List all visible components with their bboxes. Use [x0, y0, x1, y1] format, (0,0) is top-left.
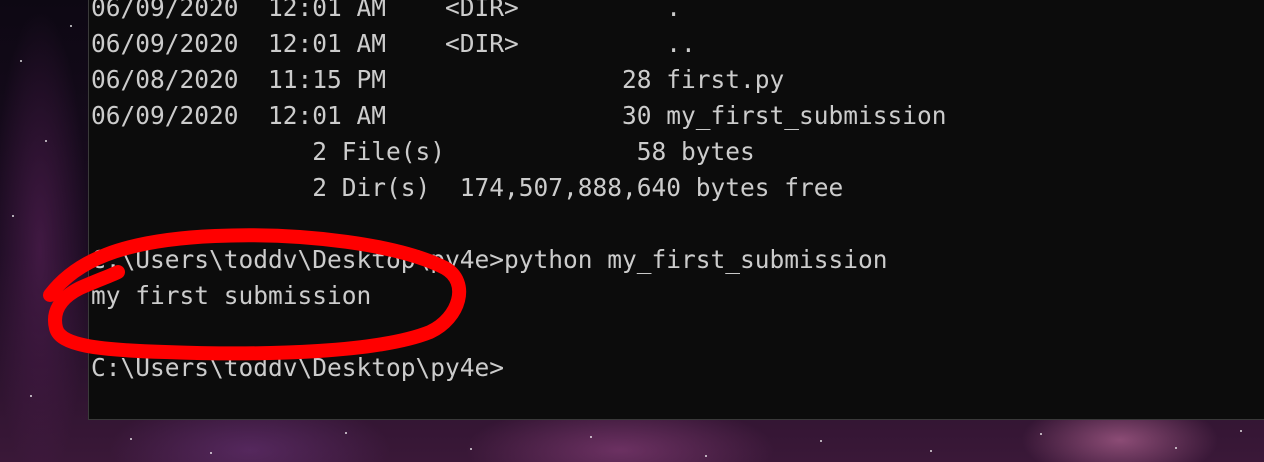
terminal-line-dir-parent: 06/09/2020 12:01 AM <DIR> .. [91, 29, 696, 58]
command-prompt-window[interactable]: 06/09/2020 12:01 AM <DIR> . 06/09/2020 1… [88, 0, 1264, 420]
terminal-line-dir-count: 2 Dir(s) 174,507,888,640 bytes free [91, 173, 844, 202]
terminal-line-output: my first submission [91, 281, 372, 310]
terminal-line-prompt[interactable]: C:\Users\toddv\Desktop\py4e> [91, 350, 504, 386]
terminal-line-command: C:\Users\toddv\Desktop\py4e>python my_fi… [91, 245, 888, 274]
terminal-line-file-first-py: 06/08/2020 11:15 PM 28 first.py [91, 65, 785, 94]
terminal-line-dir-current: 06/09/2020 12:01 AM <DIR> . [91, 0, 682, 22]
terminal-line-file-my-first-submission: 06/09/2020 12:01 AM 30 my_first_submissi… [91, 101, 947, 130]
terminal-line-file-count: 2 File(s) 58 bytes [91, 137, 755, 166]
